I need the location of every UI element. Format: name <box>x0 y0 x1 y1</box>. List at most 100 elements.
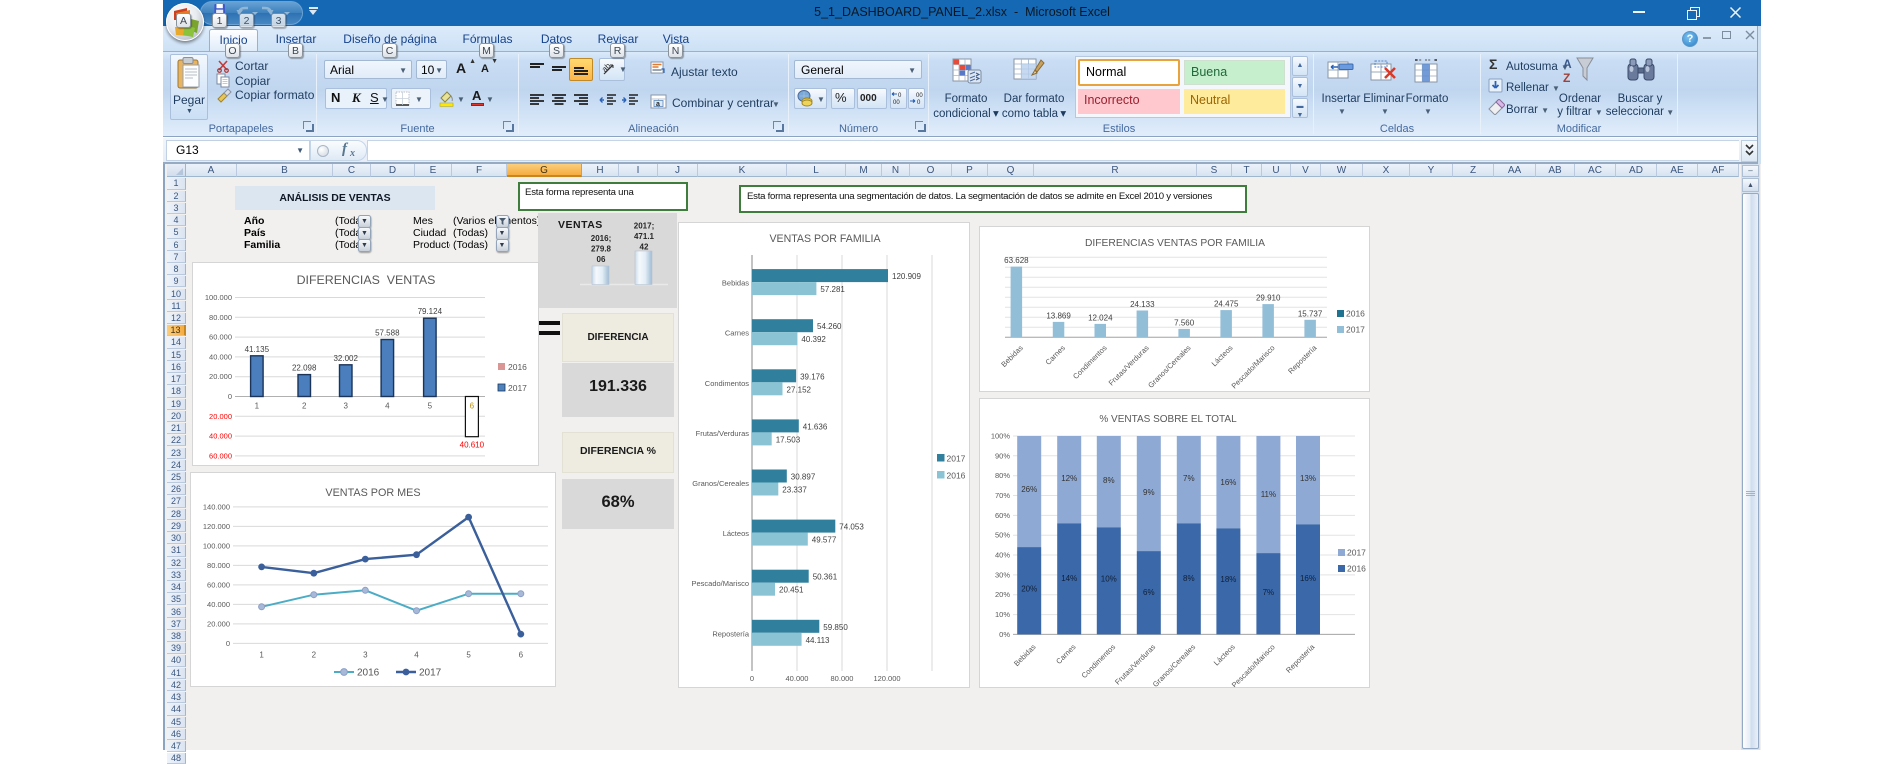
svg-text:80.000: 80.000 <box>207 561 230 570</box>
svg-text:Frutas/Verduras: Frutas/Verduras <box>696 429 750 438</box>
svg-text:2016: 2016 <box>357 668 380 679</box>
svg-text:a: a <box>656 101 660 108</box>
svg-text:100%: 100% <box>991 432 1011 441</box>
svg-text:140.000: 140.000 <box>203 502 230 511</box>
svg-text:Bebidas: Bebidas <box>722 279 749 288</box>
svg-text:2017: 2017 <box>947 454 966 464</box>
svg-text:40.000: 40.000 <box>207 600 230 609</box>
svg-text:27.152: 27.152 <box>787 385 812 394</box>
svg-text:Repostería: Repostería <box>712 629 750 638</box>
svg-text:0: 0 <box>226 639 230 648</box>
svg-text:80.000: 80.000 <box>831 674 854 683</box>
svg-text:42: 42 <box>640 243 649 252</box>
svg-text:30.897: 30.897 <box>791 473 816 482</box>
svg-text:Granos/Cereales: Granos/Cereales <box>692 479 749 488</box>
svg-text:2016: 2016 <box>508 362 527 372</box>
svg-text:Pescado/Marisco: Pescado/Marisco <box>691 579 749 588</box>
svg-text:8%: 8% <box>1103 476 1115 485</box>
svg-text:26%: 26% <box>1021 485 1037 494</box>
svg-text:120.909: 120.909 <box>892 272 921 281</box>
svg-text:2016;: 2016; <box>591 234 611 243</box>
svg-text:2016: 2016 <box>1347 564 1366 574</box>
svg-text:15.737: 15.737 <box>1298 309 1323 318</box>
svg-text:1: 1 <box>255 402 260 411</box>
svg-text:74.053: 74.053 <box>839 523 864 532</box>
svg-text:50%: 50% <box>995 531 1010 540</box>
svg-text:2016: 2016 <box>947 471 966 481</box>
svg-text:2: 2 <box>302 402 307 411</box>
svg-text:2017: 2017 <box>419 668 442 679</box>
svg-text:279.8: 279.8 <box>591 245 612 254</box>
svg-text:06: 06 <box>597 255 606 264</box>
svg-text:14%: 14% <box>1061 574 1077 583</box>
svg-text:0: 0 <box>228 392 232 401</box>
svg-text:Carnes: Carnes <box>1054 642 1078 666</box>
svg-text:0: 0 <box>898 93 902 99</box>
svg-text:70%: 70% <box>995 491 1010 500</box>
svg-text:9%: 9% <box>1143 488 1155 497</box>
svg-text:79.124: 79.124 <box>418 307 443 316</box>
svg-text:40.610: 40.610 <box>460 441 485 450</box>
svg-text:2016: 2016 <box>1346 309 1365 319</box>
svg-text:VENTAS POR FAMILIA: VENTAS POR FAMILIA <box>769 233 881 245</box>
svg-text:60%: 60% <box>995 511 1010 520</box>
svg-text:Carnes: Carnes <box>725 329 749 338</box>
svg-text:3: 3 <box>363 650 368 659</box>
svg-text:Lácteos: Lácteos <box>1212 642 1237 667</box>
svg-text:60.000: 60.000 <box>209 451 232 460</box>
svg-text:Carnes: Carnes <box>1044 343 1068 367</box>
svg-text:VENTAS: VENTAS <box>558 219 603 231</box>
svg-text:41.636: 41.636 <box>803 422 828 431</box>
svg-text:Granos/Cereales: Granos/Cereales <box>1146 343 1193 390</box>
svg-text:Frutas/Verduras: Frutas/Verduras <box>1113 642 1157 686</box>
svg-text:Z: Z <box>1563 71 1570 85</box>
svg-text:40.000: 40.000 <box>786 674 809 683</box>
svg-text:00: 00 <box>916 93 923 99</box>
svg-text:13.869: 13.869 <box>1046 311 1071 320</box>
svg-text:32.002: 32.002 <box>333 354 358 363</box>
svg-text:24.133: 24.133 <box>1130 300 1155 309</box>
svg-text:2017;: 2017; <box>634 222 654 231</box>
svg-text:40.000: 40.000 <box>209 352 232 361</box>
svg-text:41.135: 41.135 <box>245 345 270 354</box>
svg-text:0%: 0% <box>999 630 1010 639</box>
svg-text:100.000: 100.000 <box>203 541 230 550</box>
svg-text:6: 6 <box>470 402 475 411</box>
svg-text:30%: 30% <box>995 570 1010 579</box>
svg-text:Condimentos: Condimentos <box>1080 642 1118 680</box>
svg-text:11%: 11% <box>1261 490 1276 499</box>
svg-text:% VENTAS SOBRE EL TOTAL: % VENTAS SOBRE EL TOTAL <box>1099 414 1237 425</box>
svg-text:60.000: 60.000 <box>209 333 232 342</box>
svg-text:49.577: 49.577 <box>812 536 837 545</box>
svg-text:100.000: 100.000 <box>205 293 232 302</box>
svg-text:Bebidas: Bebidas <box>1012 642 1038 668</box>
svg-text:4: 4 <box>414 650 419 659</box>
svg-text:4: 4 <box>385 402 390 411</box>
svg-text:Repostería: Repostería <box>1284 642 1317 675</box>
svg-text:12.024: 12.024 <box>1088 313 1113 322</box>
svg-text:DIFERENCIAS VENTAS: DIFERENCIAS VENTAS <box>297 273 436 287</box>
svg-text:Pescado/Marisco: Pescado/Marisco <box>1230 343 1277 390</box>
svg-text:2017: 2017 <box>508 383 527 393</box>
svg-text:40.000: 40.000 <box>209 432 232 441</box>
svg-text:471.1: 471.1 <box>634 232 655 241</box>
svg-text:A: A <box>1563 57 1572 71</box>
svg-text:6: 6 <box>519 650 524 659</box>
svg-text:40.392: 40.392 <box>801 335 826 344</box>
svg-text:17.503: 17.503 <box>776 435 801 444</box>
svg-text:VENTAS POR MES: VENTAS POR MES <box>325 487 420 499</box>
svg-text:10%: 10% <box>995 610 1010 619</box>
svg-text:63.628: 63.628 <box>1004 256 1029 265</box>
svg-text:16%: 16% <box>1300 574 1316 583</box>
svg-text:20%: 20% <box>1021 585 1037 594</box>
svg-text:3: 3 <box>343 402 348 411</box>
svg-text:20%: 20% <box>995 590 1010 599</box>
svg-text:20.000: 20.000 <box>209 372 232 381</box>
svg-text:1: 1 <box>259 650 264 659</box>
svg-text:90%: 90% <box>995 451 1010 460</box>
svg-text:20.000: 20.000 <box>209 412 232 421</box>
svg-text:ab: ab <box>602 61 613 74</box>
svg-text:2017: 2017 <box>1347 548 1366 558</box>
svg-text:16%: 16% <box>1220 478 1236 487</box>
svg-text:29.910: 29.910 <box>1256 294 1281 303</box>
